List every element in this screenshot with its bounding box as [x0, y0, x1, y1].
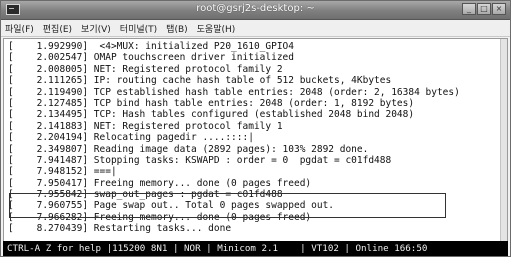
terminal-lines: [ 1.992990] <4>MUX: initialized P20_1610…: [8, 41, 502, 235]
terminal-scrollbar[interactable]: [500, 39, 507, 241]
terminal-output[interactable]: [ 1.992990] <4>MUX: initialized P20_1610…: [3, 38, 508, 242]
minicom-status-bar: CTRL-A Z for help |115200 8N1 | NOR | Mi…: [3, 241, 508, 256]
close-button[interactable]: ×: [492, 3, 506, 15]
menu-file[interactable]: 파일(F): [5, 22, 34, 35]
terminal-line: [ 2.204194] Relocating pagedir ....::::|: [8, 132, 254, 144]
terminal-line: [ 2.002547] OMAP touchscreen driver init…: [8, 52, 294, 64]
terminal-line: [ 2.008005] NET: Registered protocol fam…: [8, 63, 283, 75]
terminal-line: [ 2.111265] IP: routing cache hash table…: [8, 75, 392, 87]
menu-bar: 파일(F) 편집(E) 보기(V) 터미널(T) 탭(B) 도움말(H): [1, 20, 510, 37]
menu-edit[interactable]: 편집(E): [43, 22, 72, 35]
menu-view[interactable]: 보기(V): [81, 22, 111, 35]
menu-tabs[interactable]: 탭(B): [166, 22, 187, 35]
terminal-window: root@gsrj2s-desktop: ~ _ □ × 파일(F) 편집(E)…: [0, 0, 511, 257]
terminal-line: [ 1.992990] <4>MUX: initialized P20_1610…: [8, 41, 294, 52]
terminal-line: [ 2.349807] Reading image data (2892 pag…: [8, 143, 369, 155]
terminal-line: [ 2.141883] NET: Registered protocol fam…: [8, 120, 283, 132]
terminal-line: [ 7.966282] Freeing memory... done (0 pa…: [8, 211, 312, 223]
terminal-line: [ 7.941487] Stopping tasks: KSWAPD : ord…: [8, 154, 392, 166]
menu-terminal[interactable]: 터미널(T): [120, 22, 157, 35]
terminal-line: [ 7.948152] ===|: [8, 166, 117, 178]
menu-help[interactable]: 도움말(H): [197, 22, 236, 35]
terminal-line: [ 7.960755] Page swap out.. Total 0 page…: [8, 200, 335, 212]
minimize-button[interactable]: _: [462, 3, 476, 15]
window-title: root@gsrj2s-desktop: ~: [196, 3, 315, 14]
title-bar[interactable]: root@gsrj2s-desktop: ~ _ □ ×: [1, 1, 510, 20]
terminal-line: [ 2.134495] TCP: Hash tables configured …: [8, 109, 415, 121]
window-controls: _ □ ×: [462, 3, 506, 15]
terminal-line: [ 7.950417] Freeing memory... done (0 pa…: [8, 177, 312, 189]
terminal-line: [ 7.955842] swap_out_pages : pgdat = c01…: [8, 189, 283, 201]
maximize-button[interactable]: □: [477, 3, 491, 15]
terminal-line: [ 2.127485] TCP bind hash table entries:…: [8, 97, 415, 109]
terminal-line: [ 8.270439] Restarting tasks... done: [8, 223, 232, 235]
terminal-line: [ 2.119490] TCP established hash table e…: [8, 86, 460, 98]
